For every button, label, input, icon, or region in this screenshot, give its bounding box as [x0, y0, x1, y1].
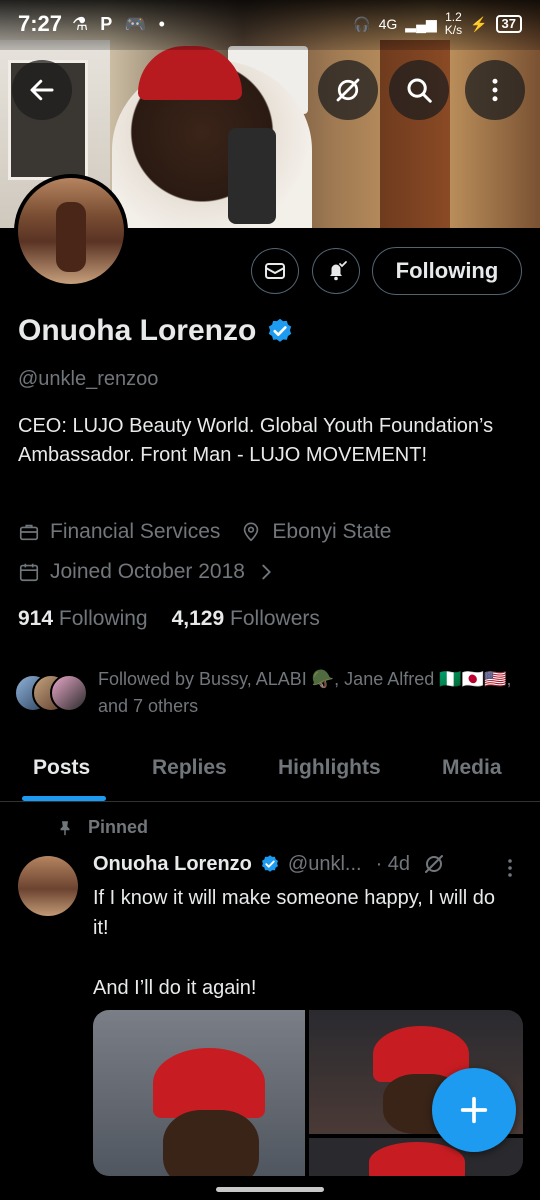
compose-post-button[interactable] — [432, 1068, 516, 1152]
post-text-line: If I know it will make someone happy, I … — [93, 887, 496, 939]
active-tab-indicator — [22, 796, 106, 801]
battery-level: 37 — [495, 15, 522, 33]
network-type: 4G — [378, 16, 398, 32]
status-bar: 7:27 ⚗ P 🎮 • 🎧 4G ▂▄▆ 1.2 K/s ⚡ 37 — [0, 0, 540, 48]
profile-name-row: Onuoha Lorenzo — [18, 314, 294, 348]
calendar-icon — [19, 563, 39, 582]
profile-tabs: Posts Replies Highlights Media — [0, 740, 540, 802]
tab-replies[interactable]: Replies — [152, 756, 227, 780]
gamepad-icon: 🎮 — [124, 13, 147, 34]
plus-icon — [460, 1096, 488, 1124]
profile-joined: Joined October 2018 — [50, 560, 245, 583]
following-count-link[interactable]: 914 Following — [18, 607, 148, 631]
location-pin-icon — [244, 522, 259, 542]
post-media-image[interactable] — [93, 1010, 305, 1176]
envelope-icon — [265, 263, 285, 279]
post-more-icon[interactable] — [502, 856, 518, 880]
headphones-icon: 🎧 — [353, 15, 371, 32]
followed-by-text: Followed by Bussy, ALABI 🪖, Jane Alfred … — [98, 669, 512, 716]
more-options-button[interactable] — [465, 60, 525, 120]
pinned-label-row: Pinned — [56, 817, 148, 838]
status-time: 7:27 — [18, 11, 63, 36]
home-indicator[interactable] — [216, 1187, 324, 1192]
profile-meta-row-1: Financial Services Ebonyi State — [18, 520, 392, 544]
grok-icon — [336, 78, 360, 102]
bell-check-icon — [330, 261, 347, 281]
post-time: · 4d — [375, 852, 411, 875]
chevron-right-icon — [262, 564, 271, 580]
speed-unit: K/s — [444, 23, 463, 37]
followers-count-link[interactable]: 4,129 Followers — [172, 607, 320, 631]
follower-avatar — [50, 674, 88, 712]
flask-icon: ⚗ — [72, 13, 89, 34]
p-app-icon: P — [100, 13, 113, 34]
more-vertical-icon — [492, 78, 498, 102]
followed-by-row[interactable]: Followed by Bussy, ALABI 🪖, Jane Alfred … — [14, 666, 528, 720]
grok-button[interactable] — [318, 60, 378, 120]
followers-label: Followers — [230, 607, 320, 630]
follower-avatars — [14, 674, 88, 714]
followers-count: 4,129 — [171, 607, 225, 630]
post-header: Onuoha Lorenzo @unkl... · 4d — [93, 852, 446, 876]
post-text-line: And I’ll do it again! — [93, 977, 257, 999]
profile-avatar[interactable] — [14, 174, 128, 288]
verified-badge-icon — [269, 318, 292, 342]
message-button[interactable] — [251, 248, 299, 294]
arrow-left-icon — [30, 79, 54, 101]
briefcase-icon — [19, 524, 39, 541]
dot-icon: • — [158, 13, 165, 34]
profile-joined-row[interactable]: Joined October 2018 — [18, 560, 277, 584]
profile-category: Financial Services — [50, 520, 221, 543]
tab-posts[interactable]: Posts — [33, 756, 90, 780]
profile-location: Ebonyi State — [272, 520, 392, 543]
post-author-handle: @unkl... — [287, 852, 362, 875]
following-button[interactable]: Following — [372, 247, 522, 295]
profile-name: Onuoha Lorenzo — [18, 314, 257, 347]
following-label: Following — [58, 607, 148, 630]
back-button[interactable] — [12, 60, 72, 120]
post-author-avatar[interactable] — [18, 856, 78, 916]
post-author-name[interactable]: Onuoha Lorenzo — [93, 853, 252, 876]
pinned-label: Pinned — [88, 817, 149, 837]
profile-bio: CEO: LUJO Beauty World. Global Youth Fou… — [18, 415, 494, 466]
verified-badge-icon — [261, 855, 278, 872]
grok-icon[interactable] — [422, 852, 446, 876]
search-button[interactable] — [389, 60, 449, 120]
tab-highlights[interactable]: Highlights — [278, 756, 381, 780]
signal-icon: ▂▄▆ — [405, 15, 437, 32]
follow-counts: 914 Following 4,129 Followers — [18, 607, 320, 631]
following-count: 914 — [18, 607, 54, 630]
tab-media[interactable]: Media — [442, 756, 502, 780]
charging-icon: ⚡ — [470, 15, 488, 32]
post-text: If I know it will make someone happy, I … — [93, 883, 513, 1003]
notifications-button[interactable] — [312, 248, 360, 294]
pin-icon — [60, 820, 70, 835]
profile-handle: @unkle_renzoo — [18, 368, 159, 390]
search-icon — [407, 78, 432, 103]
